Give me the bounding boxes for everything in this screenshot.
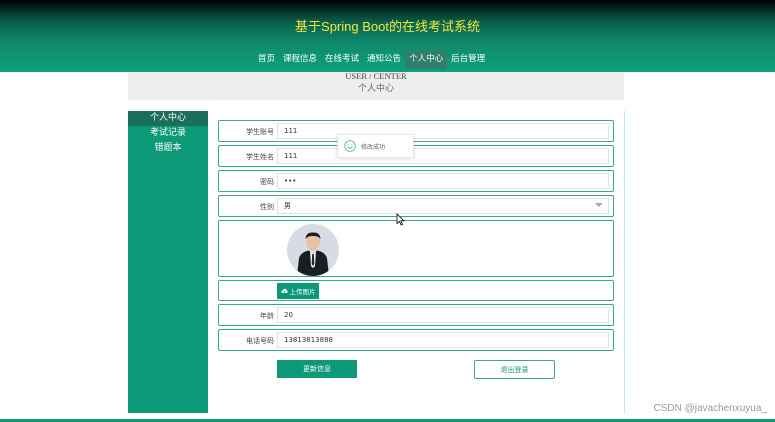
student-no-input[interactable]: 111: [277, 123, 609, 139]
nav-personal-center[interactable]: 个人中心: [405, 50, 448, 69]
nav-online-exam[interactable]: 在线考试: [321, 50, 363, 69]
student-name-input[interactable]: 111: [277, 148, 609, 164]
phone-label: 电话号码: [246, 337, 274, 345]
age-label: 年龄: [260, 312, 274, 320]
sidebar-item-wrong-questions[interactable]: 错题本: [128, 141, 208, 156]
nav-admin[interactable]: 后台管理: [447, 50, 489, 69]
success-toast: 修改成功: [337, 134, 414, 158]
sidebar-item-personal-center[interactable]: 个人中心: [128, 111, 208, 126]
form-row-avatar: [218, 220, 614, 277]
mouse-cursor-icon: [396, 213, 405, 226]
form-row-student-no: 学生账号 111: [218, 120, 614, 142]
sidebar-item-exam-records[interactable]: 考试记录: [128, 126, 208, 141]
page-banner: USER / CENTER 个人中心: [128, 72, 624, 100]
phone-input[interactable]: 13813813888: [277, 332, 609, 348]
toast-message: 修改成功: [361, 143, 386, 151]
watermark: CSDN @javachenxuyua_: [653, 403, 767, 414]
form-row-upload: 上传图片: [218, 280, 614, 301]
form-row-password: 密码 •••: [218, 170, 614, 192]
header-bar: 基于Spring Boot的在线考试系统 首页 课程信息 在线考试 通知公告 个…: [0, 0, 775, 72]
nav-course-info[interactable]: 课程信息: [279, 50, 321, 69]
avatar[interactable]: [287, 224, 339, 276]
student-no-label: 学生账号: [246, 128, 274, 136]
student-name-label: 学生姓名: [246, 153, 274, 161]
profile-form-panel: 学生账号 111 学生姓名 111 密码 ••• 性别 男 上传图片 年龄 20…: [208, 111, 625, 413]
user-photo-icon: [287, 224, 339, 276]
banner-title-zh: 个人中心: [357, 84, 394, 94]
gender-value: 男: [284, 202, 291, 210]
sidebar: 个人中心 考试记录 错题本: [128, 111, 208, 413]
form-row-gender: 性别 男: [218, 195, 614, 217]
gender-select[interactable]: 男: [277, 198, 609, 214]
chevron-down-icon[interactable]: [595, 203, 603, 207]
upload-image-button[interactable]: 上传图片: [277, 283, 319, 299]
form-row-phone: 电话号码 13813813888: [218, 329, 614, 351]
smile-icon: [344, 140, 356, 152]
form-row-age: 年龄 20: [218, 304, 614, 326]
upload-icon: [280, 288, 288, 293]
logout-button[interactable]: 退出登录: [474, 360, 555, 379]
nav-home[interactable]: 首页: [254, 50, 279, 69]
top-nav: 首页 课程信息 在线考试 通知公告 个人中心 后台管理: [254, 50, 489, 69]
password-input[interactable]: •••: [277, 173, 609, 189]
age-input[interactable]: 20: [277, 307, 609, 323]
password-label: 密码: [260, 178, 274, 186]
site-title: 基于Spring Boot的在线考试系统: [295, 19, 480, 34]
nav-notice[interactable]: 通知公告: [363, 50, 405, 69]
banner-title-en: USER / CENTER: [345, 71, 407, 81]
upload-image-label: 上传图片: [289, 288, 316, 296]
gender-label: 性别: [260, 203, 274, 211]
update-info-button[interactable]: 更新信息: [277, 360, 357, 378]
form-row-student-name: 学生姓名 111: [218, 145, 614, 167]
